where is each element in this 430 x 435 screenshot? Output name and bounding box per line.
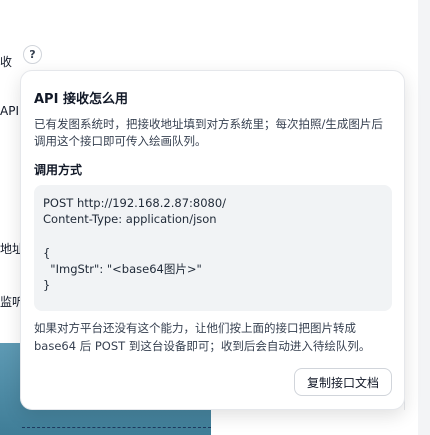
popover-title: API 接收怎么用 [34,92,128,107]
copy-doc-button[interactable]: 复制接口文档 [293,368,392,396]
api-help-popover: API 接收怎么用 已有发图系统时，把接收地址填到对方系统里；每次拍照/生成图片… [20,70,405,410]
code-line: POST http://192.168.2.87:8080/ [43,196,227,210]
code-line: { [43,246,51,260]
popover-description: 已有发图系统时，把接收地址填到对方系统里；每次拍照/生成图片后调用这个接口即可传… [34,117,383,148]
code-snippet: POST http://192.168.2.87:8080/ Content-T… [34,185,392,311]
help-icon[interactable]: ? [23,45,42,64]
code-line: "ImgStr": "<base64图片>" [43,262,202,276]
code-line: Content-Type: application/json [43,212,217,226]
api-label: API [0,104,19,118]
code-line: } [43,278,51,292]
popover-note: 如果对方平台还没有这个能力，让他们按上面的接口把图片转成 base64 后 PO… [34,321,371,353]
preview-dashed-border [22,427,211,428]
receive-label: 收 [0,55,13,69]
usage-subtitle: 调用方式 [34,163,83,177]
